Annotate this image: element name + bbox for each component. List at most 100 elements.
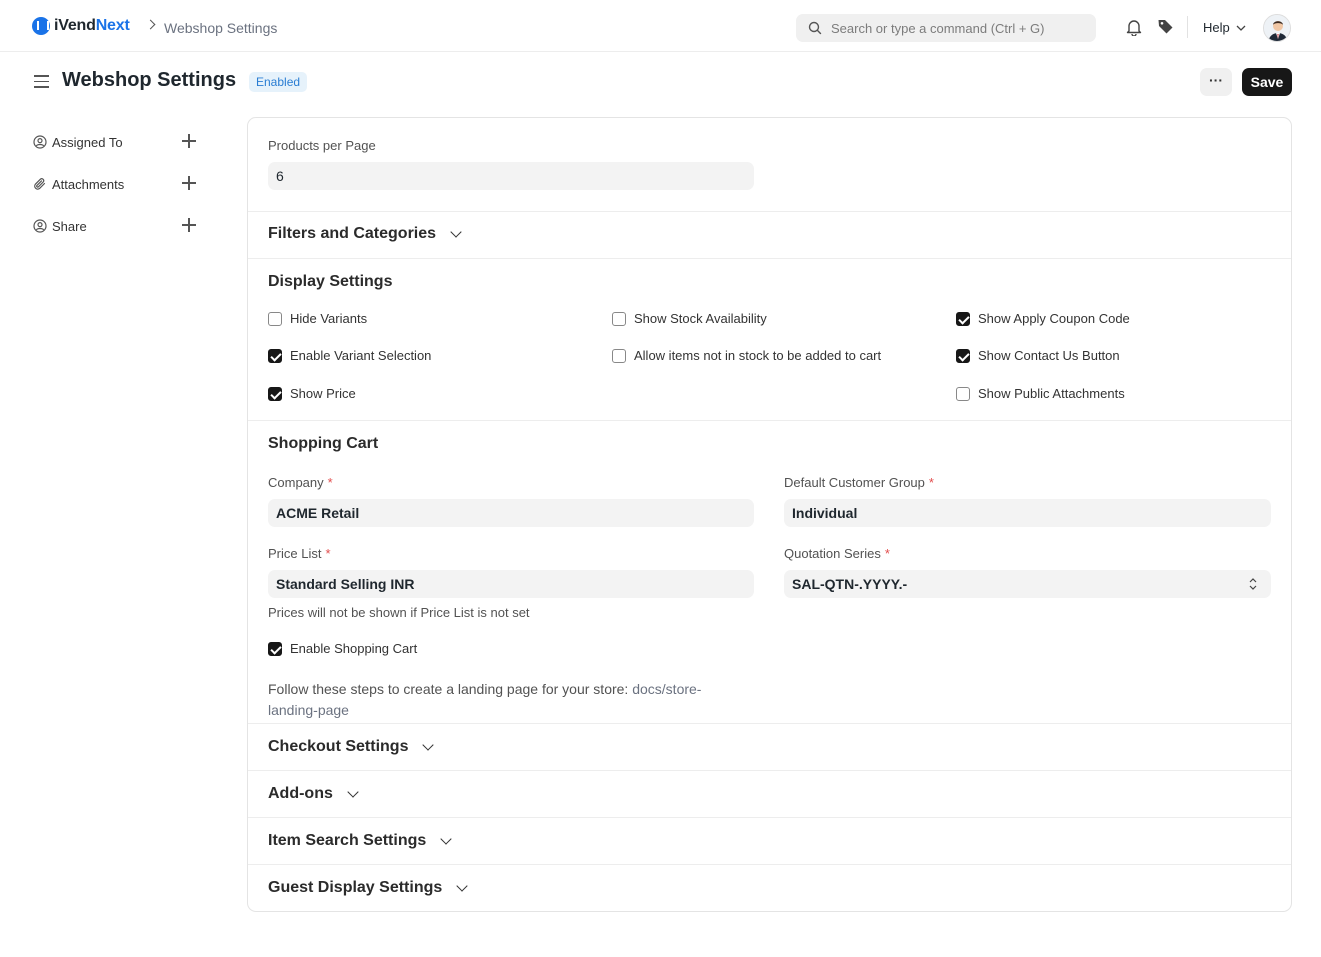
section-heading: Item Search Settings bbox=[268, 832, 427, 849]
landing-page-link-cont[interactable]: landing-page bbox=[268, 702, 349, 718]
breadcrumb-chevron-icon bbox=[145, 19, 156, 30]
checkbox-box[interactable] bbox=[956, 386, 970, 401]
customer-group-field[interactable]: Individual bbox=[784, 499, 1271, 527]
checkbox-box[interactable] bbox=[956, 348, 970, 363]
checkbox-box[interactable] bbox=[268, 311, 282, 326]
app-logo[interactable]: iVendNext bbox=[32, 17, 130, 35]
section-heading: Checkout Settings bbox=[268, 738, 409, 755]
sidebar-item-assigned-to[interactable]: Assigned To bbox=[33, 132, 198, 152]
sidebar-item-attachments[interactable]: Attachments bbox=[33, 174, 198, 194]
brand-suffix: Next bbox=[95, 17, 130, 34]
show-public-attachments-checkbox[interactable]: Show Public Attachments bbox=[956, 386, 1125, 401]
tag-icon[interactable] bbox=[1157, 18, 1174, 35]
company-label: Company * bbox=[268, 475, 333, 490]
chevron-down-icon bbox=[450, 226, 462, 238]
required-mark: * bbox=[928, 475, 934, 490]
checkbox-box[interactable] bbox=[612, 311, 626, 326]
section-divider bbox=[248, 817, 1291, 818]
checkbox-box[interactable] bbox=[956, 311, 970, 326]
quotation-series-value: SAL-QTN-.YYYY.- bbox=[792, 576, 908, 592]
landing-page-text: Follow these steps to create a landing p… bbox=[268, 681, 629, 697]
show-apply-coupon-checkbox[interactable]: Show Apply Coupon Code bbox=[956, 311, 1130, 326]
checkbox-label: Show Contact Us Button bbox=[978, 348, 1120, 363]
status-badge: Enabled bbox=[249, 72, 308, 92]
landing-page-help: Follow these steps to create a landing p… bbox=[268, 679, 701, 721]
logo-mark-icon bbox=[32, 17, 50, 35]
customer-group-label: Default Customer Group * bbox=[784, 475, 934, 490]
section-divider bbox=[248, 770, 1291, 771]
checkbox-label: Hide Variants bbox=[290, 311, 368, 326]
checkbox-label: Allow items not in stock to be added to … bbox=[634, 348, 882, 363]
sidebar-item-label: Attachments bbox=[52, 176, 125, 192]
add-attachment-icon[interactable] bbox=[182, 176, 196, 190]
user-avatar-icon bbox=[1264, 15, 1290, 41]
checkbox-box[interactable] bbox=[268, 641, 282, 656]
top-navbar: iVendNext Webshop Settings Help bbox=[0, 0, 1321, 52]
sidebar-item-label: Share bbox=[52, 218, 87, 234]
brand-prefix: iVend bbox=[54, 17, 96, 34]
show-price-checkbox[interactable]: Show Price bbox=[268, 386, 356, 401]
required-mark: * bbox=[327, 475, 333, 490]
required-mark: * bbox=[325, 546, 331, 561]
search-input[interactable] bbox=[831, 20, 1081, 36]
sidebar-toggle-icon[interactable] bbox=[34, 75, 49, 88]
avatar[interactable] bbox=[1263, 14, 1291, 42]
price-list-label: Price List * bbox=[268, 546, 331, 561]
show-contact-us-checkbox[interactable]: Show Contact Us Button bbox=[956, 348, 1120, 363]
form-card: Products per Page 6 Filters and Categori… bbox=[247, 117, 1292, 912]
display-settings-heading: Display Settings bbox=[268, 273, 393, 290]
filters-section-toggle[interactable]: Filters and Categories bbox=[268, 225, 462, 243]
breadcrumb[interactable]: Webshop Settings bbox=[164, 20, 277, 36]
sidebar-item-label: Assigned To bbox=[52, 134, 123, 150]
paperclip-icon bbox=[34, 178, 46, 190]
guest-display-settings-toggle[interactable]: Guest Display Settings bbox=[268, 879, 468, 897]
checkbox-label: Enable Shopping Cart bbox=[290, 641, 418, 656]
add-assignee-icon[interactable] bbox=[182, 134, 196, 148]
company-field[interactable]: ACME Retail bbox=[268, 499, 754, 527]
allow-out-of-stock-checkbox[interactable]: Allow items not in stock to be added to … bbox=[612, 348, 881, 363]
search-bar[interactable] bbox=[796, 14, 1096, 42]
section-divider bbox=[248, 723, 1291, 724]
section-heading: Guest Display Settings bbox=[268, 879, 443, 896]
quotation-series-label: Quotation Series * bbox=[784, 546, 890, 561]
bell-icon[interactable] bbox=[1126, 18, 1142, 36]
section-heading: Add-ons bbox=[268, 785, 333, 802]
checkbox-label: Show Apply Coupon Code bbox=[978, 311, 1130, 326]
sidebar-item-share[interactable]: Share bbox=[33, 216, 198, 236]
checkbox-label: Show Stock Availability bbox=[634, 311, 767, 326]
price-list-field[interactable]: Standard Selling INR bbox=[268, 570, 754, 598]
products-per-page-input[interactable]: 6 bbox=[268, 162, 754, 190]
enable-variant-selection-checkbox[interactable]: Enable Variant Selection bbox=[268, 348, 431, 363]
more-actions-button[interactable]: ··· bbox=[1200, 68, 1232, 96]
checkbox-box[interactable] bbox=[268, 386, 282, 401]
checkbox-label: Show Public Attachments bbox=[978, 386, 1125, 401]
products-per-page-label: Products per Page bbox=[268, 138, 376, 153]
checkbox-label: Show Price bbox=[290, 386, 356, 401]
chevron-down-icon bbox=[440, 833, 452, 845]
section-divider bbox=[248, 258, 1291, 259]
section-divider bbox=[248, 864, 1291, 865]
item-search-settings-toggle[interactable]: Item Search Settings bbox=[268, 832, 452, 850]
section-divider bbox=[248, 211, 1291, 212]
shopping-cart-heading: Shopping Cart bbox=[268, 435, 379, 452]
help-menu[interactable]: Help bbox=[1203, 20, 1246, 35]
help-label: Help bbox=[1203, 20, 1230, 35]
checkout-settings-toggle[interactable]: Checkout Settings bbox=[268, 738, 435, 756]
checkbox-box[interactable] bbox=[268, 348, 282, 363]
show-stock-availability-checkbox[interactable]: Show Stock Availability bbox=[612, 311, 767, 326]
price-list-hint: Prices will not be shown if Price List i… bbox=[268, 605, 530, 620]
add-ons-toggle[interactable]: Add-ons bbox=[268, 785, 359, 803]
select-arrows-icon bbox=[1249, 578, 1257, 590]
page-title: Webshop Settings bbox=[62, 69, 237, 91]
share-user-icon bbox=[33, 219, 47, 233]
add-share-icon[interactable] bbox=[182, 218, 196, 232]
save-button[interactable]: Save bbox=[1242, 68, 1292, 96]
enable-shopping-cart-checkbox[interactable]: Enable Shopping Cart bbox=[268, 641, 417, 656]
user-circle-icon bbox=[33, 135, 47, 149]
hide-variants-checkbox[interactable]: Hide Variants bbox=[268, 311, 367, 326]
required-mark: * bbox=[884, 546, 890, 561]
quotation-series-select[interactable]: SAL-QTN-.YYYY.- bbox=[784, 570, 1271, 598]
checkbox-box[interactable] bbox=[612, 348, 626, 363]
landing-page-link[interactable]: docs/store- bbox=[632, 681, 701, 697]
section-divider bbox=[248, 420, 1291, 421]
